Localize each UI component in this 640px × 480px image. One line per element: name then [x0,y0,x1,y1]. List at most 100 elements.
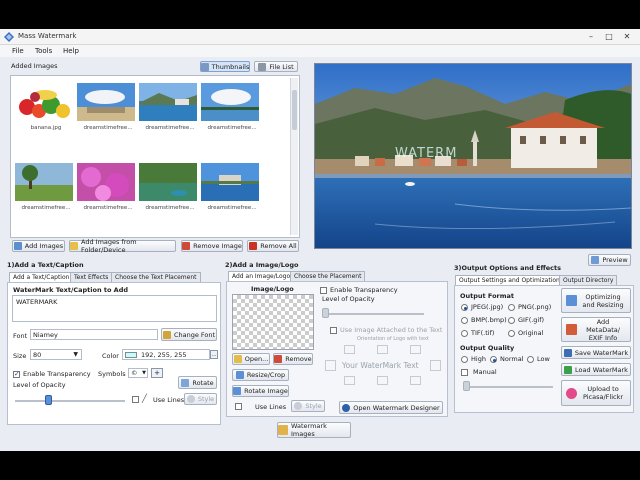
tab-add-image[interactable]: Add an Image/Logo [228,271,295,281]
format-gif-radio[interactable] [508,317,515,324]
thumbnails-view-button[interactable]: Thumbnails [200,61,250,72]
tab-output-settings[interactable]: Output Settings and Optimization [455,275,564,285]
style-icon [294,402,303,410]
menu-help[interactable]: Help [63,47,79,55]
format-png-radio[interactable] [508,304,515,311]
orientation-box[interactable] [410,376,421,385]
manual-quality-checkbox[interactable] [461,369,468,376]
logo-opacity-track[interactable] [324,313,424,315]
orientation-box[interactable] [325,360,336,371]
format-jpeg-radio[interactable] [461,304,468,311]
symbols-select[interactable]: © ▼ [128,368,148,378]
tab-output-directory[interactable]: Output Directory [559,275,618,285]
thumbnail-item[interactable]: dreamstimefree... [139,83,201,131]
style-icon [186,395,195,403]
format-original-radio[interactable] [508,330,515,337]
close-button[interactable]: ✕ [620,31,634,42]
thumbnail-item[interactable]: dreamstimefree... [77,83,139,131]
orientation-box[interactable] [410,345,421,354]
add-symbol-button[interactable]: + [151,368,163,378]
orientation-box[interactable] [377,345,388,354]
thumbnail-image [139,163,197,201]
opacity-slider-track[interactable] [15,400,125,402]
watermark-text-input[interactable]: WATERMARK [12,295,217,322]
remove-image-button[interactable]: Remove Image [181,240,243,252]
change-font-button[interactable]: Change Font [161,328,217,341]
maximize-button[interactable]: □ [602,31,616,42]
menu-tools[interactable]: Tools [35,47,52,55]
remove-all-button[interactable]: Remove All [247,240,299,252]
logo-preview [232,294,314,350]
rotate-image-button[interactable]: Rotate Image [232,385,289,397]
add-folder-button[interactable]: Add Images from Folder/Device [69,238,176,254]
size-value: 80 [33,351,42,359]
quality-low-radio[interactable] [527,356,534,363]
tab-image-placement[interactable]: Choose the Placement [290,271,366,281]
add-images-button[interactable]: Add Images [12,240,65,252]
add-metadata-button[interactable]: Add MetaData/ EXIF Info [561,317,631,342]
logo-style-button[interactable]: Style [291,400,325,412]
style-button[interactable]: Style [184,393,217,405]
tab-text-placement[interactable]: Choose the Text Placement [111,272,201,282]
folder-icon [70,242,78,250]
tab-text-effects[interactable]: Text Effects [70,272,113,282]
opacity-slider-thumb[interactable] [45,395,52,405]
thumbnail-item[interactable]: dreamstimefree... [77,163,139,211]
orientation-box[interactable] [344,376,355,385]
quality-high-radio[interactable] [461,356,468,363]
open-designer-button[interactable]: Open Watermark Designer [339,401,443,414]
preview-button[interactable]: Preview [588,254,631,266]
quality-slider-thumb[interactable] [463,381,470,391]
scrollbar-thumb[interactable] [292,90,297,130]
tab-add-text[interactable]: Add a Text/Caption [9,272,74,282]
save-watermark-button[interactable]: Save WaterMark [561,346,631,359]
color-picker-button[interactable]: … [210,350,218,359]
logo-transparency-checkbox[interactable] [320,287,327,294]
load-watermark-button[interactable]: Load WaterMark [561,363,631,376]
orientation-box[interactable] [430,360,441,371]
orientation-box[interactable] [377,376,388,385]
resize-crop-button[interactable]: Resize/Crop [232,369,289,381]
thumbnail-caption: dreamstimefree... [145,205,195,211]
quality-normal-radio[interactable] [490,356,497,363]
watermark-text-value: WATERMARK [16,298,58,306]
use-lines-checkbox[interactable] [132,396,139,403]
load-icon [564,365,573,374]
format-bmp-radio[interactable] [461,317,468,324]
minimize-button[interactable]: – [584,31,598,42]
menu-file[interactable]: File [12,47,24,55]
metadata-icon [566,324,577,335]
font-field[interactable]: Niamey [30,329,158,340]
upload-picasa-flickr-button[interactable]: Upload to Picasa/Flickr [561,380,631,406]
quality-slider-track[interactable] [463,386,553,388]
thumbnail-item[interactable]: dreamstimefree... [139,163,201,211]
rotate-text-button[interactable]: Rotate [178,376,217,389]
designer-icon [342,403,351,412]
chevron-down-icon: ▼ [73,351,78,358]
chevron-down-icon: ▼ [142,370,146,376]
watermark-overlay-text: WATERM [395,146,458,161]
thumbnail-item[interactable]: dreamstimefree... [201,83,263,131]
logo-opacity-thumb[interactable] [322,308,329,318]
color-field[interactable]: 192, 255, 255 [122,349,210,360]
use-attached-checkbox[interactable] [330,327,337,334]
orientation-box[interactable] [344,345,355,354]
size-select[interactable]: 80 ▼ [30,349,82,360]
file-list-view-button[interactable]: File List [254,61,298,72]
remove-image-label: Remove Image [193,242,242,250]
app-title: Mass Watermark [18,32,77,40]
format-tif-radio[interactable] [461,330,468,337]
watermark-images-button[interactable]: Watermark Images [277,422,351,438]
add-metadata-label: Add MetaData/ EXIF Info [586,317,620,342]
thumbnail-item[interactable]: banana.jpg [15,83,77,131]
open-logo-button[interactable]: Open... [232,353,270,365]
enable-transparency-checkbox[interactable] [13,370,20,378]
save-icon [563,348,572,357]
thumbnail-scrollbar[interactable] [290,78,298,235]
thumbnail-image [201,83,259,121]
optimizing-resizing-button[interactable]: Optimizing and Resizing [561,288,631,313]
thumbnail-item[interactable]: dreamstimefree... [201,163,263,211]
logo-use-lines-checkbox[interactable] [235,403,242,410]
remove-logo-button[interactable]: Remove [273,353,313,365]
thumbnail-item[interactable]: dreamstimefree... [15,163,77,211]
